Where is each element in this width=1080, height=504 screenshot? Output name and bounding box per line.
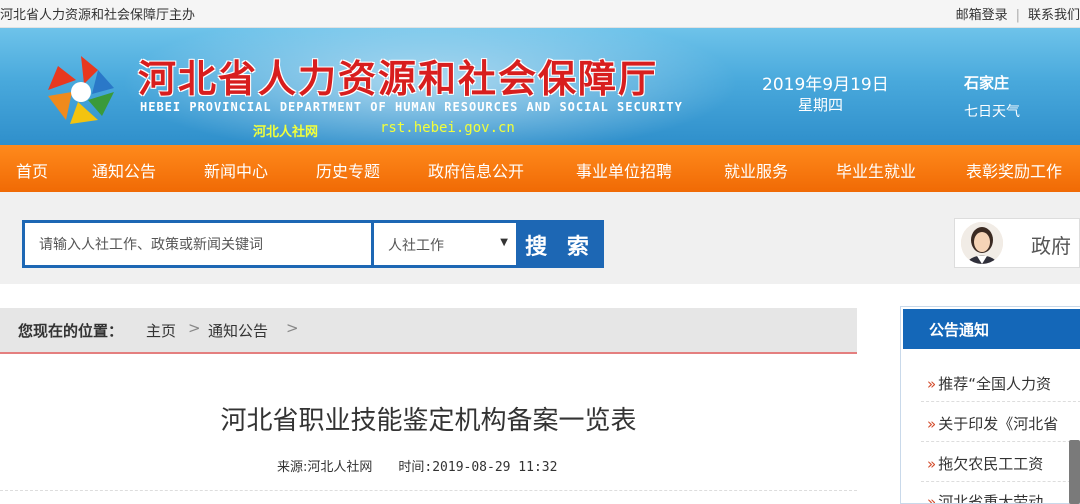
notice-sidebar: 公告通知 » 推荐“全国人力资 » 关于印发《河北省 » 拖欠农民工工资 » 河北省重大… (900, 306, 1080, 504)
chevron-double-right-icon: » (927, 455, 937, 473)
scrollbar[interactable] (1069, 440, 1080, 504)
search-area: 人社工作 ▼ 搜 索 政府 (0, 192, 1080, 284)
divider (0, 490, 857, 491)
breadcrumb: 您现在的位置： 主页 > 通知公告 > (0, 308, 857, 354)
weather-city: 石家庄 (964, 74, 1010, 92)
notice-text: 关于印发《河北省 (938, 415, 1059, 433)
weather-link[interactable]: 七日天气 (964, 101, 1020, 121)
top-bar: 河北省人力资源和社会保障厅主办 邮箱登录 | 联系我们 (0, 0, 1080, 28)
email-login-link[interactable]: 邮箱登录 (956, 8, 1008, 23)
divider (921, 441, 1080, 442)
chevron-right-icon: > (286, 319, 299, 337)
nav-item-graduates[interactable]: 毕业生就业 (836, 158, 916, 182)
top-links: 邮箱登录 | 联系我们 (956, 4, 1080, 23)
top-separator: | (1015, 8, 1020, 23)
chevron-double-right-icon: » (927, 415, 937, 433)
article-title: 河北省职业技能鉴定机构备案一览表 (220, 406, 637, 436)
current-weekday: 星期四 (798, 96, 844, 114)
article-source: 来源:河北人社网 (277, 460, 373, 475)
notice-item[interactable]: » 关于印发《河北省 (927, 413, 1058, 434)
nav-item-history[interactable]: 历史专题 (316, 158, 380, 182)
search-category-value: 人社工作 (388, 238, 444, 254)
service-label: 政府 (1031, 234, 1071, 258)
sidebar-title: 公告通知 (903, 309, 1080, 349)
site-title: 河北省人力资源和社会保障厅 (138, 56, 659, 101)
breadcrumb-label: 您现在的位置： (18, 322, 124, 340)
dropdown-arrow-icon: ▼ (500, 237, 508, 248)
main-nav: 首页 通知公告 新闻中心 历史专题 政府信息公开 事业单位招聘 就业服务 毕业生… (0, 145, 1080, 192)
notice-item[interactable]: » 推荐“全国人力资 (927, 373, 1051, 394)
chevron-right-icon: > (188, 319, 201, 337)
search-box: 人社工作 ▼ 搜 索 (22, 220, 604, 268)
contact-link[interactable]: 联系我们 (1028, 8, 1080, 23)
notice-item[interactable]: » 河北省重大劳动 (927, 491, 1044, 504)
notice-text: 拖欠农民工工资 (938, 455, 1044, 473)
nav-item-home[interactable]: 首页 (16, 158, 48, 182)
notice-text: 推荐“全国人力资 (938, 375, 1051, 393)
gov-service-card[interactable]: 政府 (954, 218, 1080, 268)
divider (921, 401, 1080, 402)
notice-text: 河北省重大劳动 (938, 493, 1044, 504)
site-title-en: HEBEI PROVINCIAL DEPARTMENT OF HUMAN RES… (140, 100, 683, 114)
current-date: 2019年9月19日 (762, 75, 889, 95)
article-meta: 来源:河北人社网 时间:2019-08-29 11:32 (277, 456, 557, 475)
nav-item-notices[interactable]: 通知公告 (92, 158, 156, 182)
notice-item[interactable]: » 拖欠农民工工资 (927, 453, 1043, 474)
site-url: rst.hebei.gov.cn (380, 120, 515, 136)
sponsor-text: 河北省人力资源和社会保障厅主办 (0, 8, 196, 23)
article-time: 时间:2019-08-29 11:32 (398, 460, 558, 475)
nav-item-employment[interactable]: 就业服务 (724, 158, 788, 182)
search-category-select[interactable]: 人社工作 ▼ (374, 223, 516, 265)
site-logo-icon[interactable] (40, 50, 122, 132)
search-button[interactable]: 搜 索 (519, 223, 601, 265)
nav-item-awards[interactable]: 表彰奖励工作 (966, 158, 1062, 182)
divider (921, 481, 1080, 482)
nav-item-gov-info[interactable]: 政府信息公开 (428, 158, 524, 182)
site-short-name: 河北人社网 (253, 125, 319, 140)
breadcrumb-notices-link[interactable]: 通知公告 (208, 320, 268, 341)
site-header: 河北省人力资源和社会保障厅 HEBEI PROVINCIAL DEPARTMEN… (0, 28, 1080, 145)
service-avatar (961, 222, 1003, 264)
chevron-double-right-icon: » (927, 493, 937, 504)
breadcrumb-home-link[interactable]: 主页 (146, 320, 176, 341)
search-input[interactable] (25, 223, 371, 265)
nav-item-news[interactable]: 新闻中心 (204, 158, 268, 182)
chevron-double-right-icon: » (927, 375, 937, 393)
person-icon (961, 222, 1003, 264)
nav-item-recruitment[interactable]: 事业单位招聘 (576, 158, 672, 182)
